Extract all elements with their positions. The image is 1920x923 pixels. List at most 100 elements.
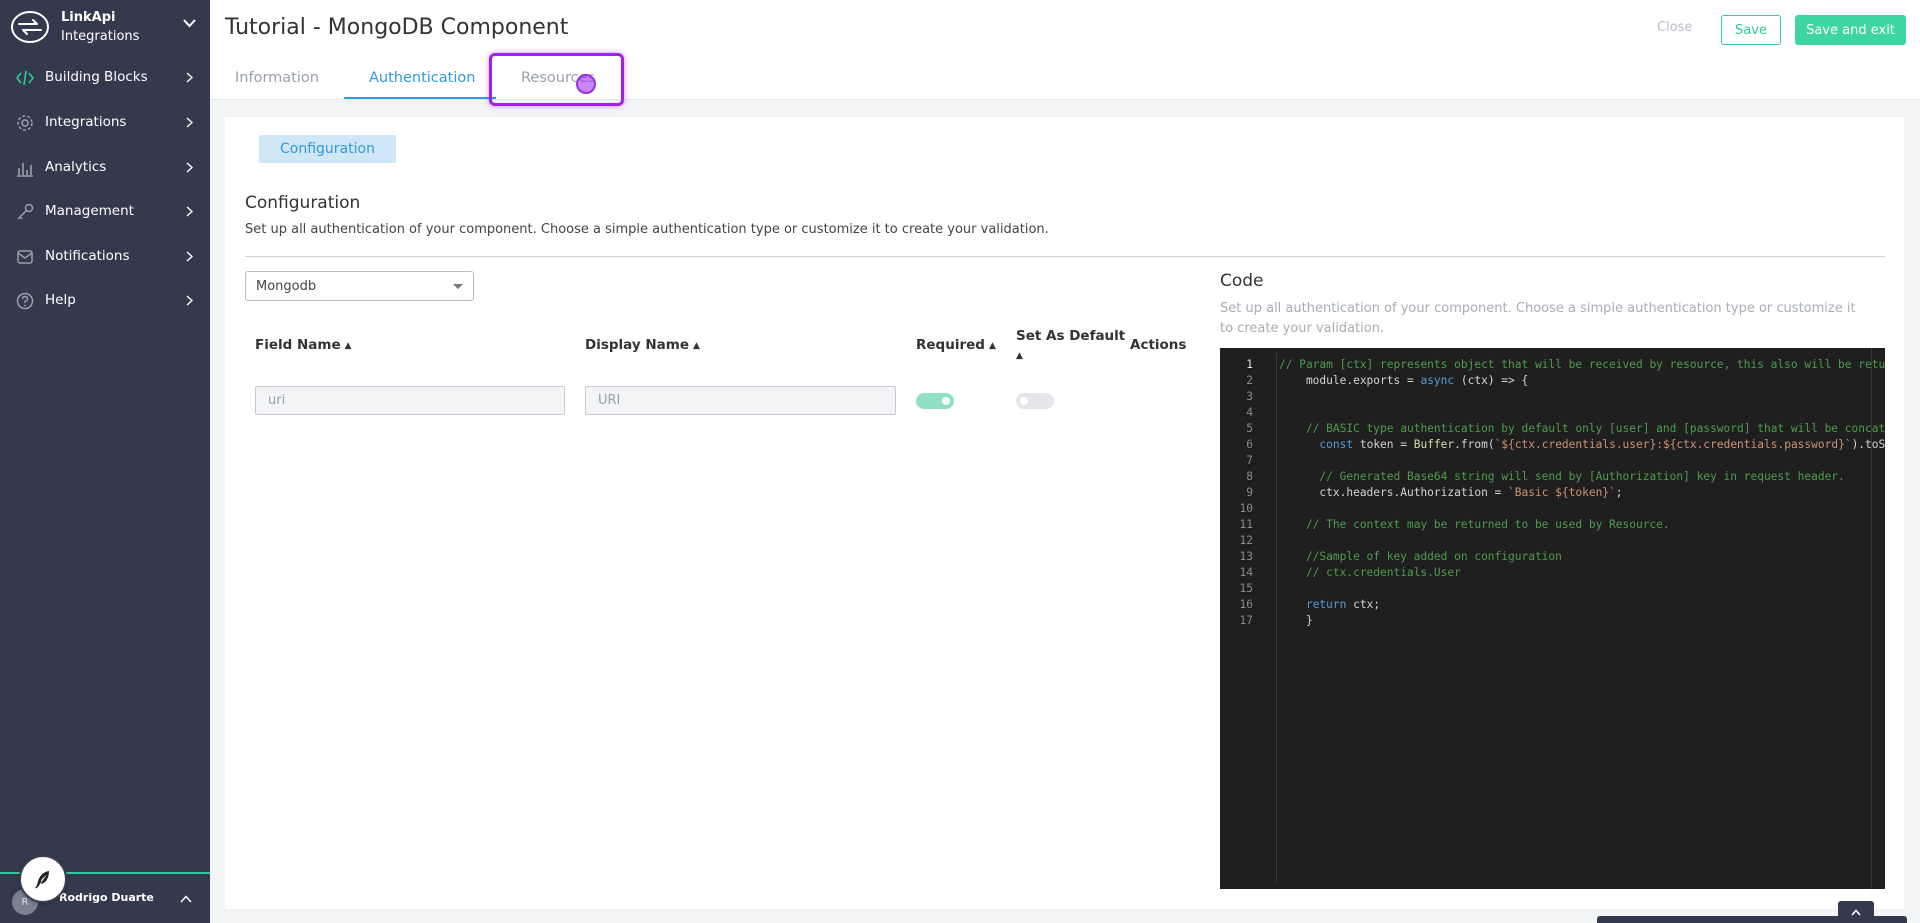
code-line: 2 module.exports = async (ctx) => { <box>1220 374 1885 390</box>
auth-type-value: Mongodb <box>256 279 317 294</box>
line-number: 1 <box>1246 358 1253 371</box>
user-name: Rodrigo Duarte <box>59 891 154 904</box>
save-button[interactable]: Save <box>1721 15 1781 45</box>
line-number: 13 <box>1239 550 1253 563</box>
auth-type-select[interactable]: Mongodb <box>245 271 474 301</box>
sidebar-item-label: Integrations <box>45 114 127 130</box>
cursor-indicator <box>576 74 596 94</box>
code-title: Code <box>1220 271 1264 291</box>
linkapi-logo-icon <box>10 10 50 44</box>
code-text: } <box>1279 614 1313 627</box>
chevron-right-icon <box>186 295 193 306</box>
column-header-set-as-default[interactable]: Set As Default ▲ <box>1016 327 1125 366</box>
line-number: 11 <box>1239 518 1253 531</box>
tab-information[interactable]: Information <box>235 70 319 86</box>
line-number: 12 <box>1239 534 1253 547</box>
question-icon <box>16 292 34 310</box>
code-line: 13 //Sample of key added on configuratio… <box>1220 550 1885 566</box>
sidebar-item-management[interactable]: Management <box>0 192 210 232</box>
code-line: 5 // BASIC type authentication by defaul… <box>1220 422 1885 438</box>
chevron-right-icon <box>186 72 193 83</box>
line-number: 17 <box>1239 614 1253 627</box>
brand-subtitle: Integrations <box>61 29 140 44</box>
scroll-up-button[interactable] <box>1838 901 1874 923</box>
page-title: Tutorial - MongoDB Component <box>225 15 569 40</box>
section-title: Configuration <box>245 193 361 213</box>
divider <box>245 256 1885 257</box>
code-text: // BASIC type authentication by default … <box>1279 422 1885 435</box>
code-line: 7 <box>1220 454 1885 470</box>
line-number: 5 <box>1246 422 1253 435</box>
code-line: 3 <box>1220 390 1885 406</box>
display-name-input[interactable] <box>585 386 896 415</box>
code-line: 10 <box>1220 502 1885 518</box>
sidebar-item-integrations[interactable]: Integrations <box>0 103 210 143</box>
field-name-input[interactable] <box>255 386 565 415</box>
configuration-step-chip[interactable]: Configuration <box>259 135 396 163</box>
code-line: 17 } <box>1220 614 1885 630</box>
sidebar-item-label: Management <box>45 203 134 219</box>
line-number: 6 <box>1246 438 1253 451</box>
page-header: Tutorial - MongoDB Component Close Save … <box>210 0 1920 106</box>
code-editor[interactable]: 1 // Param [ctx] represents object that w… <box>1220 348 1885 889</box>
tab-authentication[interactable]: Authentication <box>369 70 475 86</box>
gear-icon <box>17 115 33 131</box>
sort-icon: ▲ <box>693 341 700 351</box>
toggle-knob <box>942 397 950 405</box>
toggle-knob <box>1020 397 1028 405</box>
code-text: //Sample of key added on configuration <box>1279 550 1562 563</box>
code-text: // Param [ctx] represents object that wi… <box>1279 358 1885 371</box>
line-number: 8 <box>1246 470 1253 483</box>
code-line: 14 // ctx.credentials.User <box>1220 566 1885 582</box>
sidebar-item-label: Analytics <box>45 159 107 175</box>
chevron-right-icon <box>186 251 193 262</box>
sort-icon: ▲ <box>344 341 352 351</box>
brand-name: LinkApi <box>61 10 116 25</box>
required-toggle[interactable] <box>916 393 954 409</box>
column-header-required[interactable]: Required ▲ <box>916 337 996 353</box>
line-number: 3 <box>1246 390 1253 403</box>
code-text: module.exports = async (ctx) => { <box>1279 374 1529 387</box>
column-label: Display Name <box>585 337 689 353</box>
brand-switcher[interactable]: LinkApi Integrations <box>0 0 210 54</box>
code-line: 9 ctx.headers.Authorization = `Basic ${t… <box>1220 486 1885 502</box>
close-button[interactable]: Close <box>1657 20 1692 35</box>
save-and-exit-button[interactable]: Save and exit <box>1795 15 1906 45</box>
code-line: 16 return ctx; <box>1220 598 1885 614</box>
code-line: 12 <box>1220 534 1885 550</box>
sidebar: LinkApi Integrations Building Blocks Int… <box>0 0 210 923</box>
support-chat-button[interactable] <box>19 855 67 903</box>
sidebar-item-help[interactable]: Help <box>0 281 210 321</box>
sidebar-item-label: Help <box>45 292 76 308</box>
code-text: ctx.headers.Authorization = `Basic ${tok… <box>1279 486 1623 499</box>
chevron-up-icon <box>180 895 192 903</box>
line-number: 9 <box>1246 486 1253 499</box>
code-text: // ctx.credentials.User <box>1279 566 1461 579</box>
authentication-panel: Configuration Configuration Set up all a… <box>225 117 1904 909</box>
sort-icon: ▲ <box>1016 351 1023 361</box>
section-description: Set up all authentication of your compon… <box>245 222 1049 237</box>
line-number: 2 <box>1246 374 1253 387</box>
code-text: return ctx; <box>1305 598 1381 611</box>
bar-chart-icon <box>17 163 33 177</box>
sidebar-item-label: Building Blocks <box>45 69 148 85</box>
chevron-right-icon <box>186 162 193 173</box>
code-description: Set up all authentication of your compon… <box>1220 301 1856 336</box>
chevron-down-icon <box>183 19 196 28</box>
sidebar-item-analytics[interactable]: Analytics <box>0 148 210 188</box>
default-toggle[interactable] <box>1016 393 1054 409</box>
bell-icon <box>17 250 33 264</box>
active-tab-indicator <box>344 97 496 99</box>
feather-icon <box>35 871 49 889</box>
sidebar-item-notifications[interactable]: Notifications <box>0 237 210 277</box>
column-header-field-name[interactable]: Field Name ▲ <box>255 337 352 353</box>
chevron-up-icon <box>1851 908 1861 916</box>
code-line: 4 <box>1220 406 1885 422</box>
line-number: 16 <box>1239 598 1253 611</box>
sidebar-item-label: Notifications <box>45 248 130 264</box>
sidebar-item-building-blocks[interactable]: Building Blocks <box>0 58 210 98</box>
column-header-display-name[interactable]: Display Name ▲ <box>585 337 700 353</box>
column-header-actions: Actions <box>1130 337 1187 353</box>
chevron-right-icon <box>186 206 193 217</box>
code-icon <box>16 70 34 86</box>
